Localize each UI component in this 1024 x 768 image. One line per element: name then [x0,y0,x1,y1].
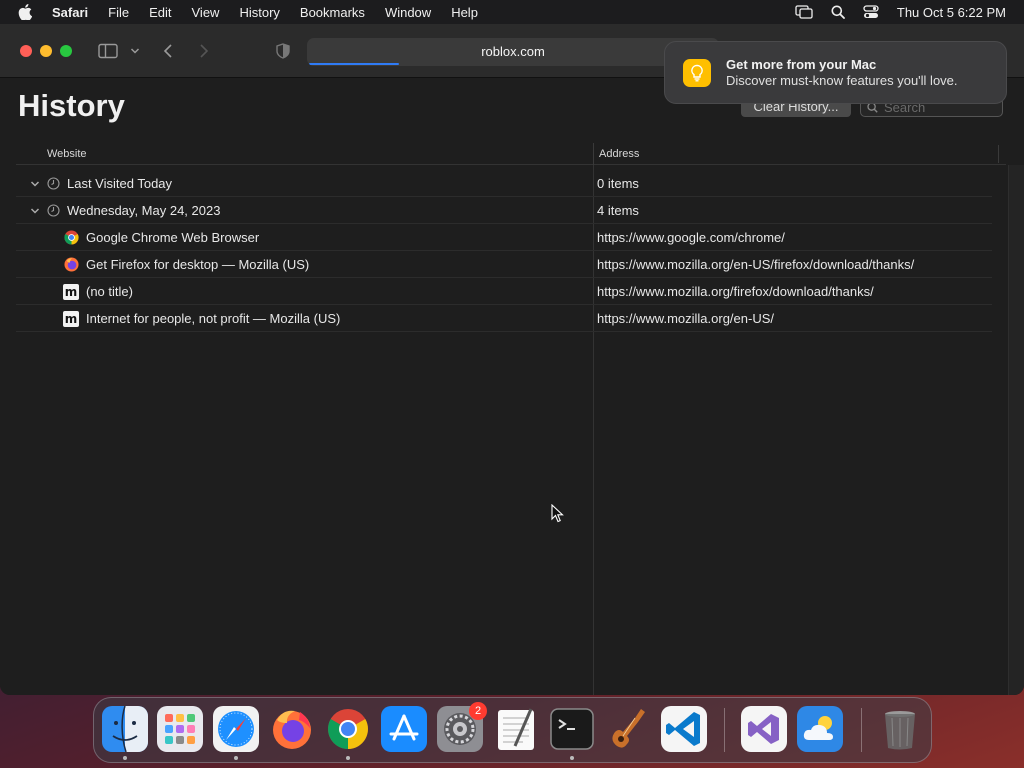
dock-separator [724,708,725,752]
history-table-header: Website Address [16,143,1006,165]
back-button-icon[interactable] [160,41,176,61]
running-indicator [570,756,574,760]
entry-title: Google Chrome Web Browser [86,230,260,245]
mouse-pointer-icon [551,503,565,529]
entry-url: https://www.mozilla.org/en-US/firefox/do… [597,257,915,272]
vscode-icon[interactable] [661,706,707,752]
column-header-address[interactable]: Address [599,148,639,160]
history-list: Last Visited Today 0 items Wednesday, Ma… [16,170,992,332]
entry-title: Internet for people, not profit — Mozill… [86,311,341,326]
entry-title: Get Firefox for desktop — Mozilla (US) [86,257,310,272]
group-item-count: 4 items [597,203,639,218]
launchpad-icon[interactable] [157,706,203,752]
history-entry-row[interactable]: Get Firefox for desktop — Mozilla (US) h… [16,251,992,278]
firefox-icon [63,257,79,273]
menu-app-name[interactable]: Safari [52,5,88,20]
forward-button-icon[interactable] [196,41,212,61]
history-entry-row[interactable]: Google Chrome Web Browser https://www.go… [16,224,992,251]
chrome-icon [63,230,79,246]
column-header-website[interactable]: Website [47,148,87,160]
mozilla-icon: m [63,310,79,327]
safari-icon[interactable] [213,706,259,752]
menu-window[interactable]: Window [385,5,431,20]
clock-icon [47,204,60,217]
trash-icon[interactable] [877,706,923,752]
chrome-icon[interactable] [325,706,371,752]
mozilla-icon: m [63,283,79,300]
chevron-down-icon[interactable] [129,41,141,61]
close-window-button[interactable] [20,45,32,57]
group-label: Wednesday, May 24, 2023 [67,203,221,218]
menu-history[interactable]: History [239,5,279,20]
group-label: Last Visited Today [67,176,173,191]
entry-url: https://www.mozilla.org/firefox/download… [597,284,874,299]
column-divider[interactable] [998,145,999,163]
fullscreen-window-button[interactable] [60,45,72,57]
entry-url: https://www.mozilla.org/en-US/ [597,311,775,326]
weather-icon[interactable] [797,706,843,752]
entry-url: https://www.google.com/chrome/ [597,230,785,245]
history-group-row[interactable]: Wednesday, May 24, 2023 4 items [16,197,992,224]
history-page: History Clear History... Website Address [0,79,1024,695]
terminal-icon[interactable] [549,706,595,752]
address-bar-url: roblox.com [481,44,545,59]
dock-separator [861,708,862,752]
entry-title: (no title) [86,284,133,299]
group-item-count: 0 items [597,176,639,191]
menu-file[interactable]: File [108,5,129,20]
notification-badge: 2 [469,702,487,720]
menu-bar: Safari File Edit View History Bookmarks … [0,0,1024,24]
history-entry-row[interactable]: m (no title) https://www.mozilla.org/fir… [16,278,992,305]
apple-menu-icon[interactable] [18,4,36,20]
disclosure-chevron-icon[interactable] [30,180,40,188]
window-controls [20,45,72,57]
page-load-progress [309,63,399,65]
notification-title: Get more from your Mac [726,57,877,72]
notification-body: Discover must-know features you'll love. [726,73,958,88]
running-indicator [234,756,238,760]
menu-view[interactable]: View [192,5,220,20]
minimize-window-button[interactable] [40,45,52,57]
firefox-icon[interactable] [269,706,315,752]
menu-edit[interactable]: Edit [149,5,171,20]
address-bar[interactable]: roblox.com [307,38,719,66]
notification-banner[interactable]: Get more from your Mac Discover must-kno… [664,41,1007,104]
menu-help[interactable]: Help [451,5,478,20]
dock: 2 [93,697,932,763]
system-settings-icon[interactable]: 2 [437,702,487,752]
running-indicator [123,756,127,760]
app-store-icon[interactable] [381,706,427,752]
column-divider[interactable] [593,143,594,165]
control-center-icon[interactable] [863,5,879,19]
garageband-icon[interactable] [605,706,651,752]
safari-window: roblox.com History Clear History... Webs… [0,24,1024,695]
running-indicator [346,756,350,760]
privacy-shield-icon[interactable] [274,41,292,61]
history-entry-row[interactable]: m Internet for people, not profit — Mozi… [16,305,992,332]
finder-icon[interactable] [102,705,148,753]
menu-bar-clock[interactable]: Thu Oct 5 6:22 PM [897,5,1006,20]
vertical-scrollbar[interactable] [1008,165,1024,695]
textedit-icon[interactable] [493,706,539,752]
page-title: History [18,88,125,123]
spotlight-search-icon[interactable] [831,5,845,19]
lightbulb-icon [683,59,711,87]
history-group-row[interactable]: Last Visited Today 0 items [16,170,992,197]
clock-icon [47,177,60,190]
sidebar-toggle-icon[interactable] [97,41,119,61]
screen-mirroring-icon[interactable] [795,5,813,19]
menu-bookmarks[interactable]: Bookmarks [300,5,365,20]
disclosure-chevron-icon[interactable] [30,207,40,215]
visual-studio-icon[interactable] [741,706,787,752]
